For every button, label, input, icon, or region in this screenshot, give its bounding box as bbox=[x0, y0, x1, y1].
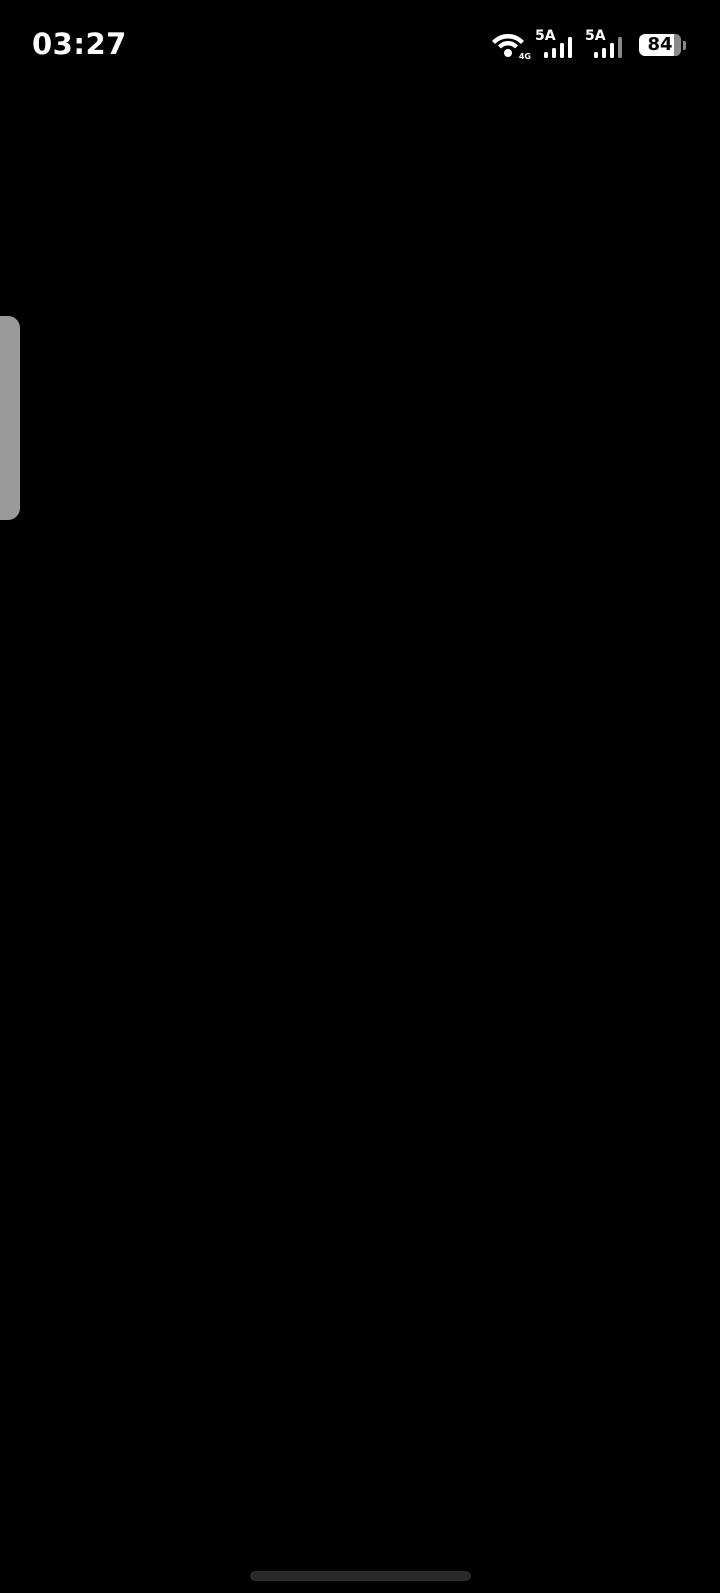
status-clock: 03:27 bbox=[32, 27, 127, 61]
wifi-tag: 4G bbox=[518, 52, 531, 61]
battery-level: 84 bbox=[647, 34, 673, 55]
sim2-signal: 5A bbox=[585, 29, 627, 61]
battery-icon: 84 bbox=[639, 34, 686, 56]
side-panel-handle[interactable] bbox=[0, 316, 20, 520]
battery-empty-portion bbox=[674, 34, 681, 56]
battery-body: 84 bbox=[639, 34, 681, 56]
home-indicator[interactable] bbox=[250, 1571, 471, 1581]
status-icons: 4G 5A 5A 84 bbox=[491, 28, 686, 62]
battery-cap bbox=[683, 40, 686, 50]
signal-bars-icon bbox=[594, 37, 622, 58]
signal-bars-icon bbox=[544, 37, 572, 58]
status-bar: 03:27 4G 5A 5A 84 bbox=[0, 0, 720, 90]
sim1-signal: 5A bbox=[535, 29, 577, 61]
wifi-icon: 4G bbox=[491, 30, 531, 61]
